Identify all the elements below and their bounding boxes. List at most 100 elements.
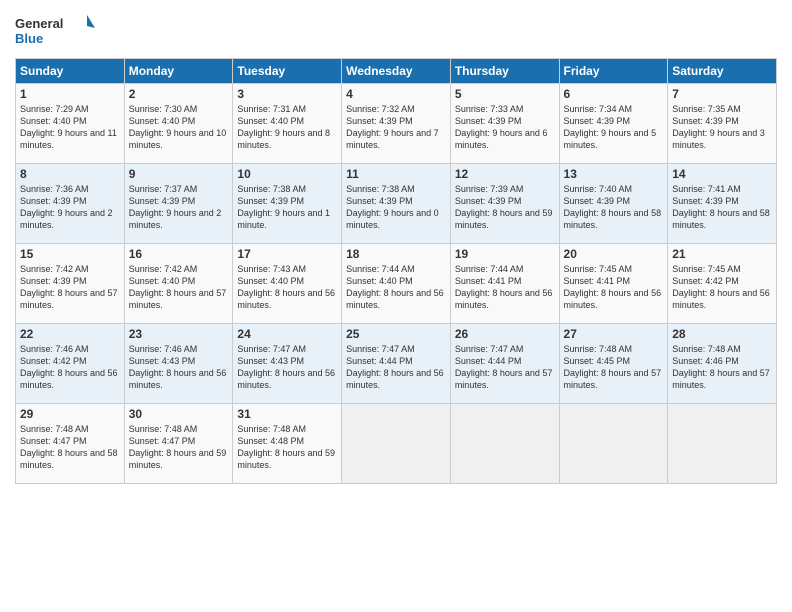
daylight-label: Daylight: 8 hours and 56 minutes.: [346, 368, 444, 390]
calendar-day-cell: 28 Sunrise: 7:48 AM Sunset: 4:46 PM Dayl…: [668, 324, 777, 404]
sunrise-label: Sunrise: 7:38 AM: [237, 184, 306, 194]
day-number: 7: [672, 87, 772, 101]
calendar-day-cell: 24 Sunrise: 7:47 AM Sunset: 4:43 PM Dayl…: [233, 324, 342, 404]
day-number: 15: [20, 247, 120, 261]
calendar-day-cell: [450, 404, 559, 484]
day-number: 9: [129, 167, 229, 181]
day-info: Sunrise: 7:37 AM Sunset: 4:39 PM Dayligh…: [129, 183, 229, 232]
calendar-day-cell: 25 Sunrise: 7:47 AM Sunset: 4:44 PM Dayl…: [342, 324, 451, 404]
sunrise-label: Sunrise: 7:38 AM: [346, 184, 415, 194]
sunset-label: Sunset: 4:40 PM: [129, 116, 196, 126]
sunset-label: Sunset: 4:41 PM: [455, 276, 522, 286]
day-number: 2: [129, 87, 229, 101]
day-number: 13: [564, 167, 664, 181]
sunset-label: Sunset: 4:44 PM: [455, 356, 522, 366]
sunset-label: Sunset: 4:39 PM: [346, 196, 413, 206]
day-info: Sunrise: 7:36 AM Sunset: 4:39 PM Dayligh…: [20, 183, 120, 232]
daylight-label: Daylight: 8 hours and 56 minutes.: [455, 288, 553, 310]
day-number: 10: [237, 167, 337, 181]
daylight-label: Daylight: 9 hours and 2 minutes.: [20, 208, 113, 230]
day-number: 5: [455, 87, 555, 101]
sunrise-label: Sunrise: 7:31 AM: [237, 104, 306, 114]
day-info: Sunrise: 7:43 AM Sunset: 4:40 PM Dayligh…: [237, 263, 337, 312]
calendar-day-cell: 13 Sunrise: 7:40 AM Sunset: 4:39 PM Dayl…: [559, 164, 668, 244]
daylight-label: Daylight: 8 hours and 57 minutes.: [455, 368, 553, 390]
day-info: Sunrise: 7:44 AM Sunset: 4:40 PM Dayligh…: [346, 263, 446, 312]
sunrise-label: Sunrise: 7:45 AM: [564, 264, 633, 274]
day-number: 26: [455, 327, 555, 341]
sunrise-label: Sunrise: 7:48 AM: [672, 344, 741, 354]
daylight-label: Daylight: 9 hours and 10 minutes.: [129, 128, 227, 150]
day-number: 31: [237, 407, 337, 421]
sunrise-label: Sunrise: 7:47 AM: [346, 344, 415, 354]
sunset-label: Sunset: 4:39 PM: [346, 116, 413, 126]
sunset-label: Sunset: 4:44 PM: [346, 356, 413, 366]
daylight-label: Daylight: 8 hours and 59 minutes.: [455, 208, 553, 230]
day-info: Sunrise: 7:47 AM Sunset: 4:44 PM Dayligh…: [346, 343, 446, 392]
sunset-label: Sunset: 4:47 PM: [129, 436, 196, 446]
sunset-label: Sunset: 4:41 PM: [564, 276, 631, 286]
calendar-day-cell: [559, 404, 668, 484]
sunrise-label: Sunrise: 7:40 AM: [564, 184, 633, 194]
day-number: 22: [20, 327, 120, 341]
day-number: 29: [20, 407, 120, 421]
sunset-label: Sunset: 4:40 PM: [346, 276, 413, 286]
daylight-label: Daylight: 8 hours and 59 minutes.: [129, 448, 227, 470]
day-number: 12: [455, 167, 555, 181]
sunset-label: Sunset: 4:39 PM: [455, 116, 522, 126]
daylight-label: Daylight: 8 hours and 56 minutes.: [129, 368, 227, 390]
sunset-label: Sunset: 4:40 PM: [20, 116, 87, 126]
daylight-label: Daylight: 9 hours and 6 minutes.: [455, 128, 548, 150]
day-info: Sunrise: 7:48 AM Sunset: 4:47 PM Dayligh…: [20, 423, 120, 472]
calendar-day-cell: 31 Sunrise: 7:48 AM Sunset: 4:48 PM Dayl…: [233, 404, 342, 484]
sunset-label: Sunset: 4:39 PM: [237, 196, 304, 206]
day-number: 4: [346, 87, 446, 101]
sunrise-label: Sunrise: 7:35 AM: [672, 104, 741, 114]
calendar-day-cell: 8 Sunrise: 7:36 AM Sunset: 4:39 PM Dayli…: [16, 164, 125, 244]
calendar-header-row: SundayMondayTuesdayWednesdayThursdayFrid…: [16, 59, 777, 84]
day-info: Sunrise: 7:42 AM Sunset: 4:40 PM Dayligh…: [129, 263, 229, 312]
day-info: Sunrise: 7:41 AM Sunset: 4:39 PM Dayligh…: [672, 183, 772, 232]
calendar-week-row: 8 Sunrise: 7:36 AM Sunset: 4:39 PM Dayli…: [16, 164, 777, 244]
day-number: 6: [564, 87, 664, 101]
calendar-header-cell: Tuesday: [233, 59, 342, 84]
sunset-label: Sunset: 4:39 PM: [564, 116, 631, 126]
daylight-label: Daylight: 8 hours and 57 minutes.: [20, 288, 118, 310]
svg-text:General: General: [15, 16, 63, 31]
sunrise-label: Sunrise: 7:39 AM: [455, 184, 524, 194]
calendar-day-cell: 17 Sunrise: 7:43 AM Sunset: 4:40 PM Dayl…: [233, 244, 342, 324]
calendar-week-row: 1 Sunrise: 7:29 AM Sunset: 4:40 PM Dayli…: [16, 84, 777, 164]
sunset-label: Sunset: 4:39 PM: [20, 196, 87, 206]
sunrise-label: Sunrise: 7:47 AM: [237, 344, 306, 354]
sunrise-label: Sunrise: 7:48 AM: [20, 424, 89, 434]
sunset-label: Sunset: 4:45 PM: [564, 356, 631, 366]
day-info: Sunrise: 7:46 AM Sunset: 4:42 PM Dayligh…: [20, 343, 120, 392]
day-info: Sunrise: 7:44 AM Sunset: 4:41 PM Dayligh…: [455, 263, 555, 312]
day-number: 8: [20, 167, 120, 181]
day-info: Sunrise: 7:48 AM Sunset: 4:46 PM Dayligh…: [672, 343, 772, 392]
day-info: Sunrise: 7:38 AM Sunset: 4:39 PM Dayligh…: [346, 183, 446, 232]
sunrise-label: Sunrise: 7:42 AM: [129, 264, 198, 274]
calendar-day-cell: 26 Sunrise: 7:47 AM Sunset: 4:44 PM Dayl…: [450, 324, 559, 404]
calendar-header-cell: Monday: [124, 59, 233, 84]
page-container: General Blue SundayMondayTuesdayWednesda…: [0, 0, 792, 494]
daylight-label: Daylight: 9 hours and 1 minute.: [237, 208, 330, 230]
svg-text:Blue: Blue: [15, 31, 43, 46]
calendar-day-cell: 11 Sunrise: 7:38 AM Sunset: 4:39 PM Dayl…: [342, 164, 451, 244]
sunset-label: Sunset: 4:39 PM: [672, 196, 739, 206]
sunset-label: Sunset: 4:39 PM: [20, 276, 87, 286]
daylight-label: Daylight: 8 hours and 56 minutes.: [672, 288, 770, 310]
calendar-day-cell: 10 Sunrise: 7:38 AM Sunset: 4:39 PM Dayl…: [233, 164, 342, 244]
calendar-day-cell: 6 Sunrise: 7:34 AM Sunset: 4:39 PM Dayli…: [559, 84, 668, 164]
daylight-label: Daylight: 9 hours and 5 minutes.: [564, 128, 657, 150]
daylight-label: Daylight: 9 hours and 0 minutes.: [346, 208, 439, 230]
day-info: Sunrise: 7:48 AM Sunset: 4:47 PM Dayligh…: [129, 423, 229, 472]
calendar-day-cell: 5 Sunrise: 7:33 AM Sunset: 4:39 PM Dayli…: [450, 84, 559, 164]
sunrise-label: Sunrise: 7:44 AM: [455, 264, 524, 274]
day-info: Sunrise: 7:39 AM Sunset: 4:39 PM Dayligh…: [455, 183, 555, 232]
daylight-label: Daylight: 8 hours and 56 minutes.: [237, 368, 335, 390]
sunrise-label: Sunrise: 7:43 AM: [237, 264, 306, 274]
sunrise-label: Sunrise: 7:30 AM: [129, 104, 198, 114]
day-number: 20: [564, 247, 664, 261]
calendar-header-cell: Friday: [559, 59, 668, 84]
